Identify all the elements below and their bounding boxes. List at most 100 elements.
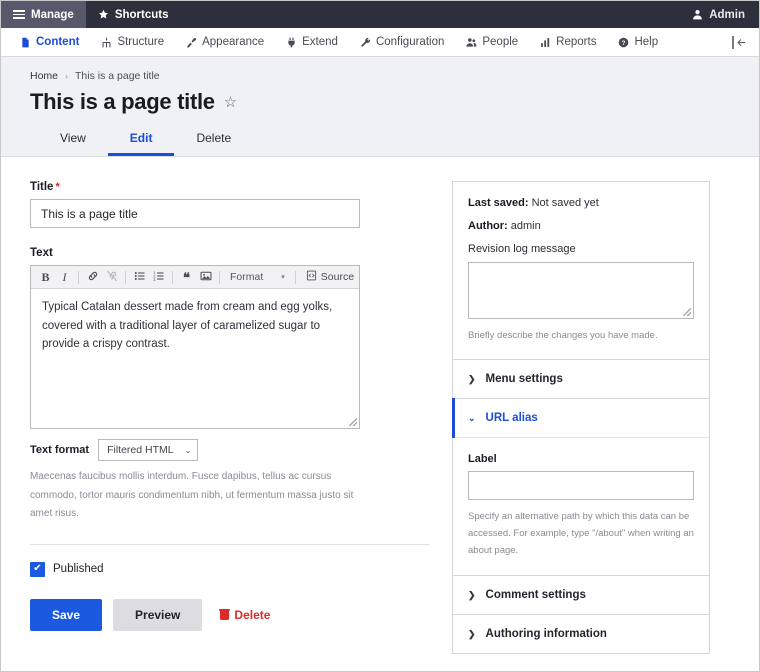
bulleted-list-button[interactable]	[130, 268, 149, 286]
accordion-menu-settings-label: Menu settings	[486, 373, 563, 385]
accordion-url-alias-panel: Label Specify an alternative path by whi…	[453, 437, 709, 575]
admin-toolbar-shortcuts-label: Shortcuts	[115, 9, 169, 21]
source-icon	[306, 270, 317, 284]
breadcrumb-home-link[interactable]: Home	[30, 70, 58, 82]
italic-button[interactable]: I	[55, 268, 74, 286]
admin-toolbar-account-label: Admin	[709, 9, 745, 21]
resize-handle-icon[interactable]	[349, 418, 357, 426]
form-divider	[30, 544, 430, 545]
nav-item-reports[interactable]: Reports	[529, 36, 607, 48]
nav-item-extend[interactable]: Extend	[275, 36, 349, 48]
page-header: Home › This is a page title This is a pa…	[1, 57, 759, 157]
published-label: Published	[53, 563, 104, 575]
accordion-authoring-information-label: Authoring information	[486, 628, 607, 640]
trash-icon	[220, 609, 229, 620]
editor-footer	[31, 416, 359, 428]
accordion-comment-settings-header[interactable]: ❯ Comment settings	[453, 576, 709, 614]
title-field-group: Title*	[30, 181, 360, 228]
numbered-list-icon: 123	[153, 270, 165, 285]
text-format-select[interactable]: Filtered HTML ⌄	[98, 439, 198, 461]
accordion-authoring-information: ❯ Authoring information	[453, 614, 709, 653]
accordion-url-alias-label: URL alias	[486, 412, 538, 424]
revision-log-label: Revision log message	[468, 243, 694, 255]
breadcrumb-separator: ›	[65, 71, 68, 81]
accordion-url-alias-header[interactable]: ⌄ URL alias	[453, 399, 709, 437]
toolbar-separator	[219, 271, 220, 284]
format-dropdown-label: Format	[230, 271, 263, 283]
admin-toolbar-account-button[interactable]: Admin	[680, 1, 759, 28]
source-button-label: Source	[321, 271, 354, 283]
collapse-toolbar-button[interactable]	[732, 36, 759, 49]
last-saved-label: Last saved:	[468, 197, 529, 209]
source-button[interactable]: Source	[300, 270, 354, 284]
structure-icon	[101, 37, 112, 48]
last-saved-line: Last saved: Not saved yet	[468, 197, 694, 209]
image-button[interactable]	[196, 268, 215, 286]
nav-item-appearance[interactable]: Appearance	[175, 36, 275, 48]
nav-item-help[interactable]: ? Help	[607, 36, 669, 48]
tab-delete[interactable]: Delete	[174, 128, 253, 156]
accordion-comment-settings-label: Comment settings	[486, 589, 586, 601]
collapse-bar-icon	[732, 36, 734, 49]
save-button[interactable]: Save	[30, 599, 102, 631]
url-alias-input[interactable]	[468, 471, 694, 500]
revision-log-textarea[interactable]	[468, 262, 694, 319]
nav-item-appearance-label: Appearance	[202, 36, 264, 48]
admin-toolbar-shortcuts-button[interactable]: Shortcuts	[86, 1, 181, 28]
author-label: Author:	[468, 220, 508, 232]
plug-icon	[286, 37, 297, 48]
star-filled-icon	[98, 9, 109, 20]
breadcrumb-current: This is a page title	[75, 70, 160, 82]
blockquote-button[interactable]: ❝	[177, 268, 196, 286]
resize-handle-icon[interactable]	[683, 308, 691, 316]
people-icon	[466, 37, 477, 48]
nav-item-configuration[interactable]: Configuration	[349, 36, 455, 48]
title-label-text: Title	[30, 181, 53, 193]
url-alias-label: Label	[468, 453, 694, 465]
admin-toolbar: Manage Shortcuts Admin	[1, 1, 759, 28]
nav-item-structure[interactable]: Structure	[90, 36, 175, 48]
node-meta-block: Last saved: Not saved yet Author: admin …	[453, 182, 709, 359]
accordion-authoring-information-header[interactable]: ❯ Authoring information	[453, 615, 709, 653]
nav-item-configuration-label: Configuration	[376, 36, 444, 48]
paintbrush-icon	[186, 37, 197, 48]
star-outline-icon[interactable]: ☆	[224, 95, 237, 110]
accordion-menu-settings: ❯ Menu settings	[453, 359, 709, 398]
chevron-right-icon: ❯	[468, 375, 476, 384]
numbered-list-button[interactable]: 123	[149, 268, 168, 286]
nav-item-people[interactable]: People	[455, 36, 529, 48]
admin-toolbar-manage-button[interactable]: Manage	[1, 1, 86, 28]
published-row[interactable]: ✔ Published	[30, 562, 360, 577]
chevron-right-icon: ❯	[468, 630, 476, 639]
chevron-down-icon: ▾	[281, 273, 285, 281]
form-actions: Save Preview Delete	[30, 599, 360, 631]
text-format-description: Maecenas faucibus mollis interdum. Fusce…	[30, 468, 360, 524]
delete-button[interactable]: Delete	[220, 608, 270, 622]
nav-item-help-label: Help	[634, 36, 658, 48]
editor-body[interactable]: Typical Catalan dessert made from cream …	[31, 289, 359, 416]
tab-view[interactable]: View	[38, 128, 108, 156]
text-field-group: Text B I	[30, 247, 360, 524]
hamburger-icon	[13, 10, 25, 19]
tab-edit[interactable]: Edit	[108, 128, 175, 156]
wrench-icon	[360, 37, 371, 48]
chevron-right-icon: ❯	[468, 591, 476, 600]
svg-text:3: 3	[153, 276, 156, 281]
text-field-label: Text	[30, 247, 360, 259]
format-dropdown[interactable]: Format ▾	[224, 271, 291, 283]
editor-toolbar: B I	[31, 266, 359, 289]
nav-item-content[interactable]: Content	[9, 36, 90, 48]
preview-button[interactable]: Preview	[113, 599, 202, 631]
title-field-label: Title*	[30, 181, 360, 193]
accordion-menu-settings-header[interactable]: ❯ Menu settings	[453, 360, 709, 398]
published-checkbox[interactable]: ✔	[30, 562, 45, 577]
text-format-row: Text format Filtered HTML ⌄	[30, 439, 360, 461]
last-saved-value: Not saved yet	[532, 197, 599, 209]
unlink-button	[102, 268, 121, 286]
nav-item-content-label: Content	[36, 36, 79, 48]
title-input[interactable]	[30, 199, 360, 228]
unlink-icon	[106, 270, 118, 285]
accordion-url-alias: ⌄ URL alias Label Specify an alternative…	[453, 398, 709, 575]
bold-button[interactable]: B	[36, 268, 55, 286]
link-button[interactable]	[83, 268, 102, 286]
